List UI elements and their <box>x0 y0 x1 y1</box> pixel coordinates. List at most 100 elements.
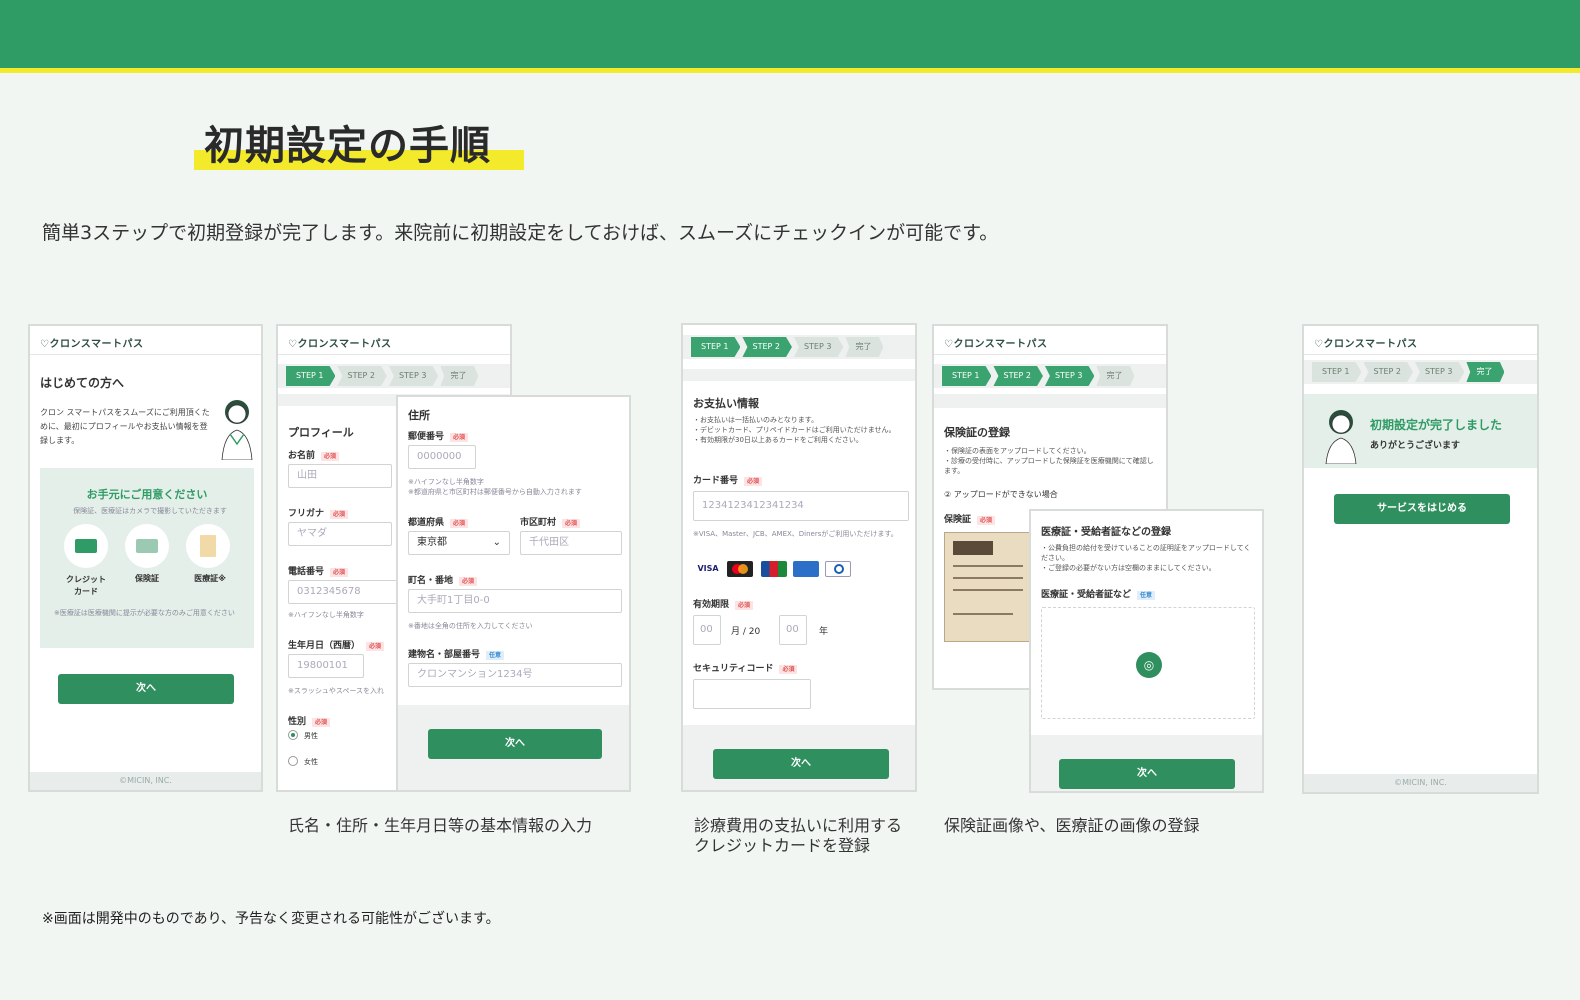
step-indicator: STEP 1 STEP 2 STEP 3 完了 <box>683 335 915 359</box>
next-button[interactable]: 次へ <box>713 749 889 779</box>
caption-step1: 氏名・住所・生年月日等の基本情報の入力 <box>288 816 593 835</box>
upload-help-link[interactable]: ② アップロードができない場合 <box>944 490 1058 500</box>
mastercard-icon <box>727 561 753 577</box>
profile-heading: プロフィール <box>288 426 354 439</box>
prepare-box-sub: 保険証、医療証はカメラで撮影していただきます <box>73 507 227 515</box>
screen-complete: ♡クロンスマートパス STEP 1 STEP 2 STEP 3 完了 初期設定が… <box>1302 324 1539 794</box>
next-button[interactable]: 次へ <box>428 729 602 759</box>
credit-card-icon <box>64 524 108 568</box>
page-lead: 簡単3ステップで初期登録が完了します。来院前に初期設定をしておけば、スムーズにチ… <box>42 222 999 244</box>
step-2: STEP 2 <box>337 366 387 386</box>
expiry-year-suffix: 年 <box>819 627 829 637</box>
amex-icon <box>793 561 819 577</box>
step-3: STEP 3 <box>1044 366 1095 386</box>
pref-select[interactable]: 東京都 ⌄ <box>408 531 510 555</box>
page-title: 初期設定の手順 <box>204 123 491 169</box>
footer-copyright: ©MICIN, INC. <box>1304 774 1537 792</box>
item-credit-card: クレジット カード <box>66 575 106 596</box>
gender-male-label: 男性 <box>304 732 318 740</box>
step-2: STEP 2 <box>993 366 1043 386</box>
zip-hint: ※ハイフンなし半角数字 ※都道府県と市区町村は郵便番号から自動入力されます <box>408 478 582 496</box>
medical-heading: 医療証・受給者証などの登録 <box>1041 527 1171 538</box>
gender-female-radio[interactable] <box>288 756 298 766</box>
next-button[interactable]: 次へ <box>1059 759 1235 789</box>
street-input[interactable]: 大手町1丁目0-0 <box>408 589 622 613</box>
jcb-icon <box>761 561 787 577</box>
name-input[interactable]: 山田 <box>288 464 392 488</box>
caption-step3: 保険証画像や、医療証の画像の登録 <box>944 816 1200 835</box>
item-medical-certificate: 医療証※ <box>194 574 226 583</box>
complete-sub: ありがとうございます <box>1370 441 1461 451</box>
expiry-label: 有効期限 必須 <box>693 597 754 610</box>
birth-hint: ※スラッシュやスペースを入れ <box>288 687 385 695</box>
step-1: STEP 1 <box>691 337 741 357</box>
nurse-avatar-icon <box>221 400 253 460</box>
birth-label: 生年月日（西暦） 必須 <box>288 638 385 651</box>
insurance-heading: 保険証の登録 <box>944 426 1010 439</box>
disclaimer-note: ※画面は開発中のものであり、予告なく変更される可能性がございます。 <box>42 911 500 927</box>
next-button[interactable]: 次へ <box>58 674 234 704</box>
kana-input[interactable]: ヤマダ <box>288 522 392 546</box>
step-done: 完了 <box>845 337 884 357</box>
intro-body: クロン スマートパスをスムーズにご利用頂くために、最初にプロフィールやお支払い情… <box>40 408 210 445</box>
caption-step2: 診療費用の支払いに利用する クレジットカードを登録 <box>694 816 903 855</box>
tel-label: 電話番号 必須 <box>288 564 349 577</box>
gender-female-label: 女性 <box>304 758 318 766</box>
start-service-button[interactable]: サービスをはじめる <box>1334 494 1510 524</box>
step-3: STEP 3 <box>1414 362 1465 382</box>
screen-medical: 医療証・受給者証などの登録 ・公費負担の給付を受けていることの証明証をアップロー… <box>1029 509 1264 793</box>
step-2: STEP 2 <box>742 337 792 357</box>
screen-address: 住所 郵便番号 必須 0000000 ※ハイフンなし半角数字 ※都道府県と市区町村… <box>396 395 631 792</box>
step-indicator: STEP 1 STEP 2 STEP 3 完了 <box>934 364 1166 388</box>
medical-notes: ・公費負担の給付を受けていることの証明証をアップロードしてください。 ・ご登録の… <box>1041 544 1251 572</box>
chevron-down-icon: ⌄ <box>492 537 501 548</box>
step-done: 完了 <box>1466 362 1505 382</box>
app-logo: ♡クロンスマートパス <box>1314 339 1418 350</box>
intro-heading: はじめての方へ <box>40 376 125 390</box>
city-input[interactable]: 千代田区 <box>520 531 622 555</box>
address-heading: 住所 <box>408 409 430 422</box>
tel-hint: ※ハイフンなし半角数字 <box>288 611 364 619</box>
header-accent-line <box>0 68 1580 73</box>
gender-male-radio[interactable] <box>288 730 298 740</box>
payment-heading: お支払い情報 <box>693 397 759 410</box>
street-label: 町名・番地 必須 <box>408 573 478 586</box>
app-logo: ♡クロンスマートパス <box>288 339 392 350</box>
screen-payment: STEP 1 STEP 2 STEP 3 完了 お支払い情報 ・お支払いは一括払… <box>681 323 917 792</box>
cvc-label: セキュリティコード 必須 <box>693 661 798 674</box>
complete-title: 初期設定が完了しました <box>1370 418 1503 432</box>
zip-label: 郵便番号 必須 <box>408 429 469 442</box>
visa-icon: VISA <box>695 561 721 577</box>
tel-input[interactable]: 0312345678 <box>288 580 408 604</box>
medical-upload-area[interactable]: ◎ <box>1041 607 1255 719</box>
expiry-separator: 月 / 20 <box>731 627 761 637</box>
city-label: 市区町村 必須 <box>520 515 581 528</box>
diners-icon <box>825 561 851 577</box>
kana-label: フリガナ 必須 <box>288 506 349 519</box>
step-done: 完了 <box>440 366 479 386</box>
zip-input[interactable]: 0000000 <box>408 445 476 469</box>
prepare-box-note: ※医療証は医療機関に提示が必要な方のみご用意ください <box>54 609 235 617</box>
medical-label: 医療証・受給者証など 任意 <box>1041 587 1156 600</box>
step-done: 完了 <box>1096 366 1135 386</box>
cvc-input[interactable] <box>693 679 811 709</box>
prepare-box-title: お手元にご用意ください <box>86 488 208 501</box>
step-indicator: STEP 1 STEP 2 STEP 3 完了 <box>278 364 510 388</box>
expiry-month-input[interactable]: 00 <box>693 615 721 645</box>
header-bar <box>0 0 1580 68</box>
step-1: STEP 1 <box>1312 362 1362 382</box>
insurance-card-icon <box>125 524 169 568</box>
expiry-year-input[interactable]: 00 <box>779 615 807 645</box>
app-logo: ♡クロンスマートパス <box>40 339 144 350</box>
app-logo: ♡クロンスマートパス <box>944 339 1048 350</box>
step-1: STEP 1 <box>942 366 992 386</box>
insurance-card-label: 保険証 必須 <box>944 512 996 525</box>
card-number-label: カード番号 必須 <box>693 473 763 486</box>
prepare-box: お手元にご用意ください 保険証、医療証はカメラで撮影していただきます クレジット… <box>40 468 254 648</box>
bldg-input[interactable]: クロンマンション1234号 <box>408 663 622 687</box>
card-number-input[interactable]: 1234123412341234 <box>693 491 909 521</box>
birth-input[interactable]: 19800101 <box>288 654 364 678</box>
medical-certificate-icon <box>186 524 230 568</box>
camera-icon[interactable]: ◎ <box>1136 652 1162 678</box>
insurance-card-image <box>944 532 1034 642</box>
